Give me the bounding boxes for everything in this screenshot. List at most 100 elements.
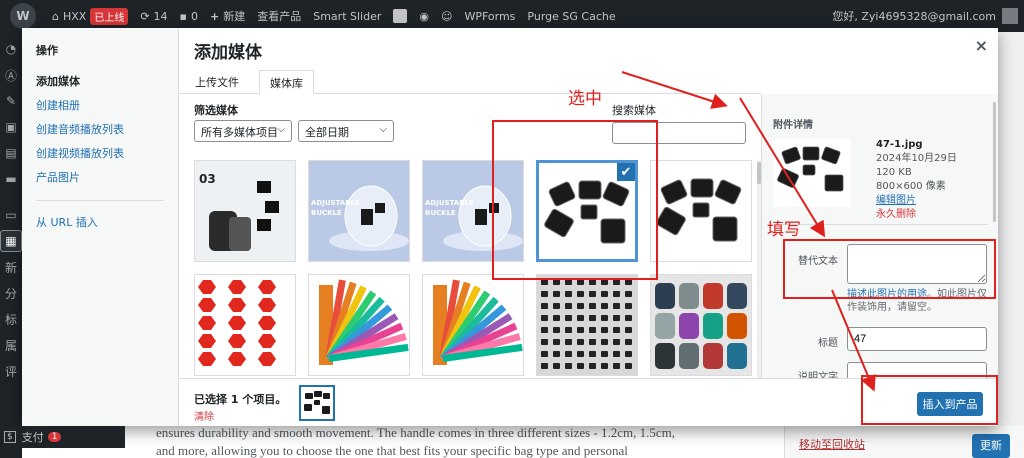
menu-letter-2[interactable]: 新 bbox=[0, 256, 22, 278]
svg-text:03: 03 bbox=[199, 172, 216, 186]
tab-media-library[interactable]: 媒体库 bbox=[259, 70, 314, 94]
insert-into-product-button[interactable]: 插入到产品 bbox=[917, 392, 983, 416]
comments-icon[interactable]: ▬ bbox=[0, 168, 22, 190]
menu-item-create-gallery[interactable]: 创建相册 bbox=[22, 94, 178, 118]
pin-icon[interactable]: ✎ bbox=[0, 90, 22, 112]
comment-icon: ▪ bbox=[179, 9, 188, 23]
menu-letter-6[interactable]: 评 bbox=[0, 360, 22, 382]
filter-date-select[interactable]: 全部日期 ⌵ bbox=[298, 120, 394, 142]
avatar bbox=[1002, 8, 1018, 24]
annotation-select-label: 选中 bbox=[568, 89, 602, 109]
thumbnail-image bbox=[423, 275, 523, 375]
astra-icon[interactable]: Ⓐ bbox=[0, 64, 22, 86]
thumbnail-image bbox=[537, 275, 637, 375]
updates-count: 14 bbox=[153, 9, 168, 23]
edit-image-link[interactable]: 编辑图片 bbox=[876, 194, 957, 208]
editor-background: ensures durability and smooth movement. … bbox=[22, 426, 1024, 458]
selection-count: 已选择 1 个项目。 bbox=[194, 393, 287, 406]
editor-line-2: and more, allowing you to choose the one… bbox=[156, 443, 628, 458]
menu-letter-4[interactable]: 标 bbox=[0, 308, 22, 330]
title-field[interactable] bbox=[847, 327, 987, 351]
add-media-modal: 操作 添加媒体 创建相册 创建音频播放列表 创建视频播放列表 产品图片 从 UR… bbox=[22, 28, 998, 426]
filter-date-value: 全部日期 bbox=[305, 126, 349, 139]
thumbnail-image bbox=[651, 275, 751, 375]
filter-type-select[interactable]: 所有多媒体项目 ⌵ bbox=[194, 120, 292, 142]
title-label: 标题 bbox=[818, 338, 838, 349]
media-item-buckles-47[interactable] bbox=[650, 160, 752, 262]
filter-type-value: 所有多媒体项目 bbox=[201, 126, 278, 139]
media-item-red-hexagons-chart[interactable] bbox=[194, 274, 296, 376]
delete-permanently-link[interactable]: 永久删除 bbox=[876, 208, 957, 222]
media-item-color-fan-2[interactable] bbox=[422, 274, 524, 376]
menu-item-insert-from-url[interactable]: 从 URL 插入 bbox=[22, 211, 178, 235]
tab-upload-files[interactable]: 上传文件 bbox=[185, 70, 249, 94]
attachment-details-heading: 附件详情 bbox=[773, 120, 813, 131]
greeting: 您好, Zyi4695328@gmail.com bbox=[832, 10, 996, 23]
attachment-size: 120 KB bbox=[876, 167, 912, 178]
thumbnail-image bbox=[309, 275, 409, 375]
search-media-label: 搜索媒体 bbox=[612, 104, 656, 117]
media-item-hardware-grid[interactable] bbox=[536, 274, 638, 376]
products-icon[interactable]: ▦ bbox=[0, 230, 22, 252]
menu-item-add-media[interactable]: 添加媒体 bbox=[22, 70, 178, 94]
modal-title: 添加媒体 bbox=[194, 43, 262, 63]
attachment-filename: 47-1.jpg bbox=[876, 139, 923, 150]
selected-buckle-thumb-image bbox=[304, 391, 330, 414]
dashboard-icon[interactable]: ◔ bbox=[0, 38, 22, 60]
wordpress-icon: W bbox=[10, 3, 36, 29]
menu-separator bbox=[36, 200, 164, 201]
svg-text:BUCKLE: BUCKLE bbox=[311, 209, 342, 217]
attachments-grid: 03 ADJUSTABLE BUCKLE ADJUSTABLE BUCKLE ✔ bbox=[194, 160, 754, 378]
media-toolbar: 已选择 1 个项目。 清除 插入到产品 bbox=[179, 378, 998, 426]
new-label: 新建 bbox=[223, 10, 246, 23]
thumbnail-image bbox=[651, 161, 751, 261]
move-to-trash-link[interactable]: 移动至回收站 bbox=[799, 436, 865, 454]
caption-field[interactable] bbox=[847, 362, 987, 378]
menu-item-create-video-playlist[interactable]: 创建视频播放列表 bbox=[22, 142, 178, 166]
chevron-down-icon: ⌵ bbox=[379, 124, 387, 135]
chevron-down-icon: ⌵ bbox=[277, 124, 285, 135]
menu-item-create-audio-playlist[interactable]: 创建音频播放列表 bbox=[22, 118, 178, 142]
filter-media-label: 筛选媒体 bbox=[194, 104, 238, 117]
close-button[interactable]: × bbox=[975, 36, 988, 55]
alt-text-help-link[interactable]: 描述此图片的用途 bbox=[847, 289, 927, 300]
search-media-input[interactable] bbox=[612, 122, 746, 144]
pages-icon[interactable]: ▤ bbox=[0, 142, 22, 164]
router-tabs: 上传文件 媒体库 bbox=[179, 66, 761, 94]
svg-text:ADJUSTABLE: ADJUSTABLE bbox=[311, 199, 360, 207]
notification-icon: ☺ bbox=[440, 9, 453, 23]
publish-box: 移动至回收站 更新 bbox=[784, 426, 1024, 458]
media-item-buckles-47-1[interactable]: ✔ bbox=[536, 160, 638, 262]
alt-text-description: 描述此图片的用途。如此图片仅作装饰用，请留空。 bbox=[847, 288, 992, 314]
alt-text-label: 替代文本 bbox=[798, 256, 838, 267]
thumbnail-image: 03 bbox=[195, 161, 295, 261]
site-status-badge: 已上线 bbox=[90, 7, 129, 25]
menu-letter-5[interactable]: 属 bbox=[0, 334, 22, 356]
menu-letter-3[interactable]: 分 bbox=[0, 282, 22, 304]
attachment-thumbnail bbox=[773, 139, 851, 207]
alt-text-field[interactable] bbox=[847, 244, 987, 284]
thumbnail-image: ADJUSTABLE BUCKLE bbox=[423, 161, 523, 261]
update-button[interactable]: 更新 bbox=[972, 434, 1010, 458]
attachment-date: 2024年10月29日 bbox=[876, 153, 957, 164]
clear-selection-link[interactable]: 清除 bbox=[194, 408, 214, 423]
payments-icon: $ bbox=[4, 431, 16, 443]
selected-check-icon[interactable]: ✔ bbox=[616, 163, 635, 182]
attachment-meta: 47-1.jpg 2024年10月29日 120 KB 800×600 像素 编… bbox=[876, 138, 957, 222]
media-icon[interactable]: ▣ bbox=[0, 116, 22, 138]
selected-attachment-thumb[interactable] bbox=[299, 385, 335, 421]
media-item-adjustable-buckle-1[interactable]: ADJUSTABLE BUCKLE bbox=[308, 160, 410, 262]
sidebar-scrollbar[interactable] bbox=[993, 102, 996, 222]
thumbnail-image bbox=[195, 275, 295, 375]
menu-item-payments[interactable]: $ 支付 1 bbox=[0, 426, 125, 448]
svg-text:ADJUSTABLE: ADJUSTABLE bbox=[425, 199, 474, 207]
media-item-adjustable-buckle-2[interactable]: ADJUSTABLE BUCKLE bbox=[422, 160, 524, 262]
attachment-dimensions: 800×600 像素 bbox=[876, 181, 946, 192]
media-item-backpacks-pile[interactable] bbox=[650, 274, 752, 376]
woocommerce-icon[interactable]: ▭ bbox=[0, 204, 22, 226]
media-item-color-fan-1[interactable] bbox=[308, 274, 410, 376]
buckle-thumbnail-image bbox=[777, 146, 844, 192]
menu-item-product-image[interactable]: 产品图片 bbox=[22, 166, 178, 190]
media-item-backpack-buckles-banner[interactable]: 03 bbox=[194, 160, 296, 262]
updates-icon: ⟳ bbox=[140, 9, 150, 23]
